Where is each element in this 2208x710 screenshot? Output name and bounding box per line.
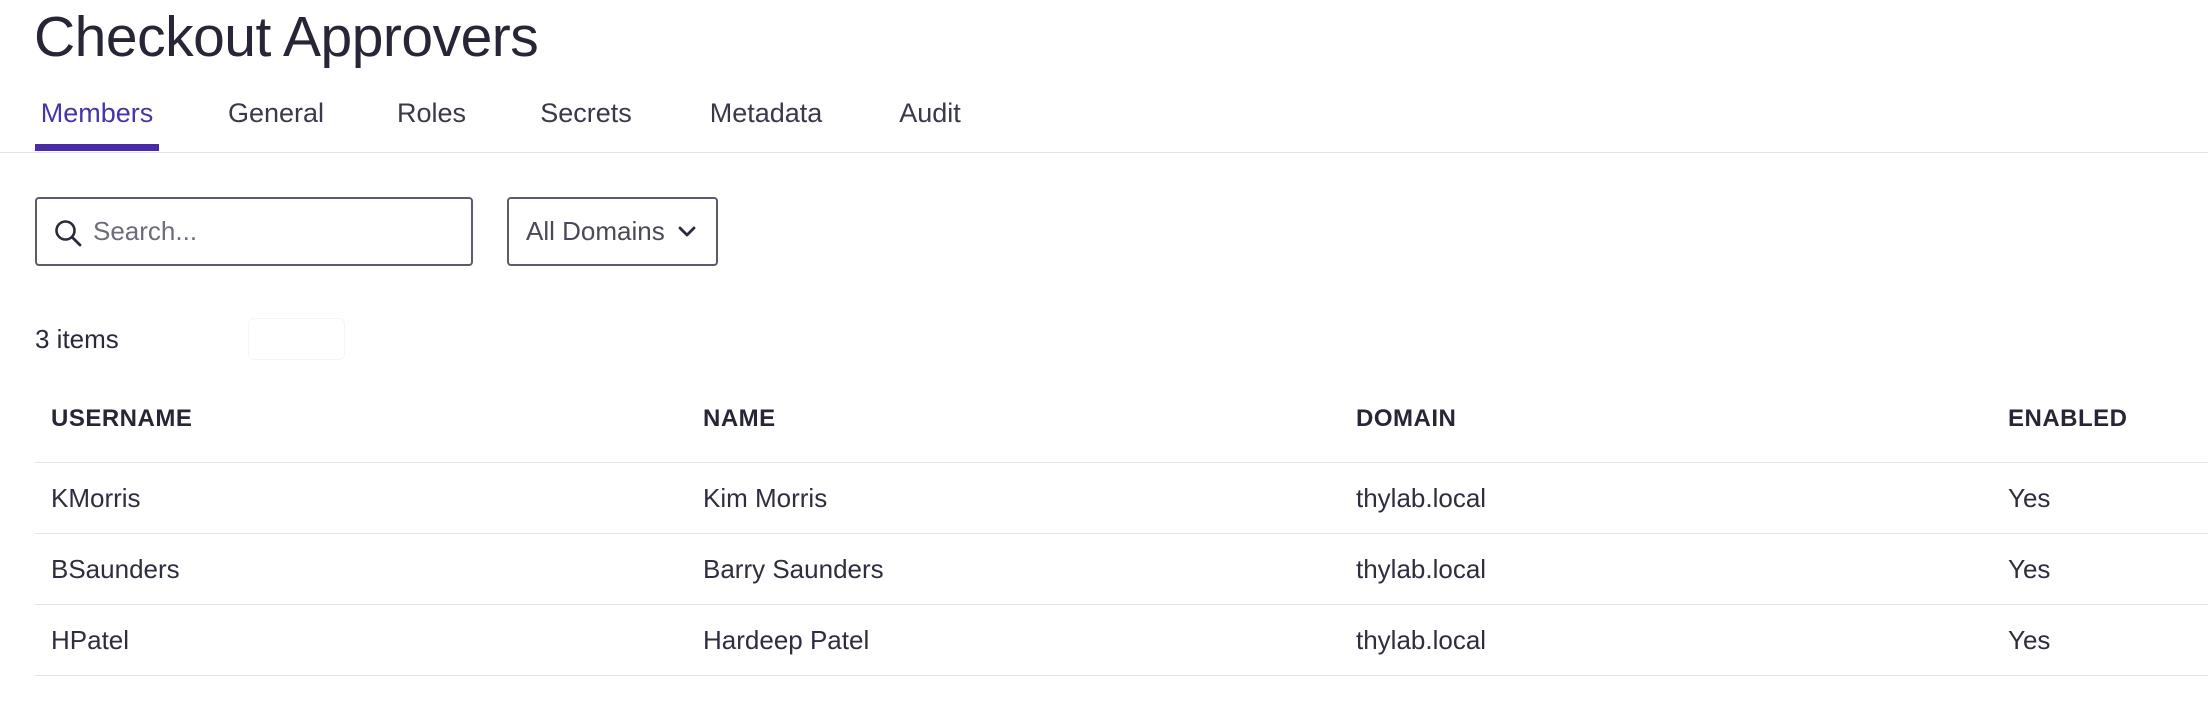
tab-bar: Members General Roles Secrets Metadata A… [0,88,2208,153]
cell-name: Barry Saunders [703,554,884,584]
domain-filter-dropdown[interactable]: All Domains [507,197,718,266]
chevron-down-icon [678,226,696,237]
cell-domain: thylab.local [1356,483,1487,513]
cell-enabled: Yes [2008,483,2051,513]
search-box [35,197,473,266]
cell-enabled: Yes [2008,554,2051,584]
cell-domain: thylab.local [1356,554,1487,584]
tab-secrets[interactable]: Secrets [533,88,639,152]
tab-metadata[interactable]: Metadata [701,88,831,152]
page-title: Checkout Approvers [34,5,539,69]
table-row[interactable]: KMorris Kim Morris thylab.local Yes [35,463,2208,534]
table-row[interactable]: BSaunders Barry Saunders thylab.local Ye… [35,534,2208,605]
column-header-username[interactable]: USERNAME [51,385,192,453]
column-header-name[interactable]: NAME [703,385,776,453]
cell-enabled: Yes [2008,625,2051,655]
tab-members[interactable]: Members [35,88,159,152]
table-row[interactable]: HPatel Hardeep Patel thylab.local Yes [35,605,2208,676]
cell-name: Hardeep Patel [703,625,870,655]
cell-domain: thylab.local [1356,625,1487,655]
cell-name: Kim Morris [703,483,828,513]
tab-general[interactable]: General [221,88,331,152]
column-header-domain[interactable]: DOMAIN [1356,385,1456,453]
placeholder-chip [248,318,345,360]
column-header-enabled[interactable]: ENABLED [2008,385,2128,453]
cell-username: KMorris [51,483,141,513]
cell-username: BSaunders [51,554,180,584]
cell-username: HPatel [51,625,130,655]
search-icon [55,220,82,247]
tab-audit[interactable]: Audit [893,88,967,152]
item-count: 3 items [35,324,119,354]
table-header: USERNAME NAME DOMAIN ENABLED [35,385,2208,463]
domain-filter-label: All Domains [526,216,665,246]
search-input[interactable] [93,201,463,262]
tab-roles[interactable]: Roles [392,88,471,152]
members-table: USERNAME NAME DOMAIN ENABLED KMorris Kim… [35,385,2208,676]
